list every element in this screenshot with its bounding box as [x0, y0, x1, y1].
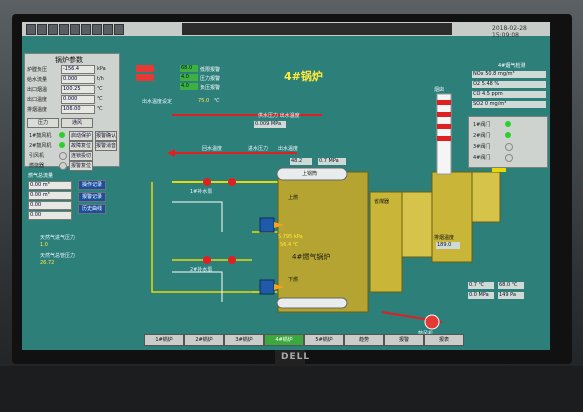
tab-boiler-3[interactable]: 3#锅炉: [224, 334, 264, 346]
inlet-pressure: 0.009 MPa: [254, 121, 286, 128]
pump-icon: [228, 178, 236, 186]
hmi-screen: 2018-02-28 15:09:08 4#锅炉 锅炉参数 炉膛负压 -156.…: [22, 22, 550, 350]
tab-report[interactable]: 报表: [424, 334, 464, 346]
bottom-value: 0.0 MPa: [468, 292, 494, 299]
bottom-value: 68.0 ℃: [498, 282, 524, 289]
status-led: [505, 154, 513, 162]
pump-icon: [228, 256, 236, 264]
emissions-title: 4#烟气检测: [498, 63, 526, 69]
economizer-label: 省煤器: [374, 199, 390, 205]
brand-logo: DELL: [281, 352, 311, 362]
tab-boiler-1[interactable]: 1#锅炉: [144, 334, 184, 346]
burner-top-label: 上燃: [288, 195, 299, 201]
bottom-value: 0.7 ℃: [468, 282, 494, 289]
valve-label: 2#阀门: [473, 133, 491, 139]
burner-bottom-label: 下燃: [288, 277, 299, 283]
return-temp-label: 回水温度: [202, 146, 223, 152]
boiler-label: 4#燃气锅炉: [292, 253, 331, 261]
status-led: [505, 121, 511, 127]
emission-value: SO2 0 mg/m³: [472, 101, 546, 108]
exhaust-value: 189.0: [436, 242, 460, 249]
fan-icon: [424, 314, 440, 330]
stack-label: 烟囱: [434, 87, 445, 93]
water-pipe: [151, 182, 262, 293]
economizer: [369, 191, 403, 293]
valve-label: 4#阀门: [473, 155, 491, 161]
emission-value: NOx 50.8 mg/m³: [472, 71, 546, 78]
lower-drum: [276, 297, 348, 309]
emission-value: CO 4.5 ppm: [472, 91, 546, 98]
tab-trend[interactable]: 趋势: [344, 334, 384, 346]
out-temp-label: 出水温度: [278, 146, 299, 152]
burner-bottom: [259, 279, 275, 295]
pipe-label: 供水压力 出水温度: [258, 113, 300, 119]
pump-label: 2#补水泵: [190, 267, 213, 273]
status-led: [505, 143, 513, 151]
tab-boiler-2[interactable]: 2#锅炉: [184, 334, 224, 346]
tab-boiler-4[interactable]: 4#锅炉: [264, 334, 304, 346]
signal-line: [172, 271, 223, 302]
bottom-value: 149 Pa: [498, 292, 524, 299]
flue-duct-2: [471, 171, 501, 223]
tab-boiler-5[interactable]: 5#锅炉: [304, 334, 344, 346]
furnace-pressure: 5.795 kPa: [278, 234, 303, 240]
valve-panel: 1#阀门 2#阀门 3#阀门 4#阀门: [468, 116, 548, 168]
drum-label: 上锅筒: [302, 171, 318, 177]
signal-line: [172, 201, 223, 232]
keyboard: [0, 366, 583, 412]
pipe-value: 48.2: [290, 158, 312, 165]
out-pressure-label: 进水压力: [248, 146, 269, 152]
furnace-temp: 56.4 ℃: [280, 242, 299, 248]
tab-alarm[interactable]: 报警: [384, 334, 424, 346]
pump-icon: [203, 256, 211, 264]
valve-label: 1#阀门: [473, 122, 491, 128]
pump-icon: [203, 178, 211, 186]
pump-label: 1#补水泵: [190, 189, 213, 195]
emission-value: O2 5.48 %: [472, 81, 546, 88]
status-led: [505, 132, 511, 138]
valve-label: 3#阀门: [473, 144, 491, 150]
pipe-value: 0.7 MPa: [318, 158, 346, 165]
chimney: [436, 93, 452, 175]
flow-arrow: [167, 149, 175, 157]
exhaust-label: 排烟温度: [434, 235, 455, 241]
process-diagram: [151, 93, 506, 330]
burner-top: [259, 217, 275, 233]
